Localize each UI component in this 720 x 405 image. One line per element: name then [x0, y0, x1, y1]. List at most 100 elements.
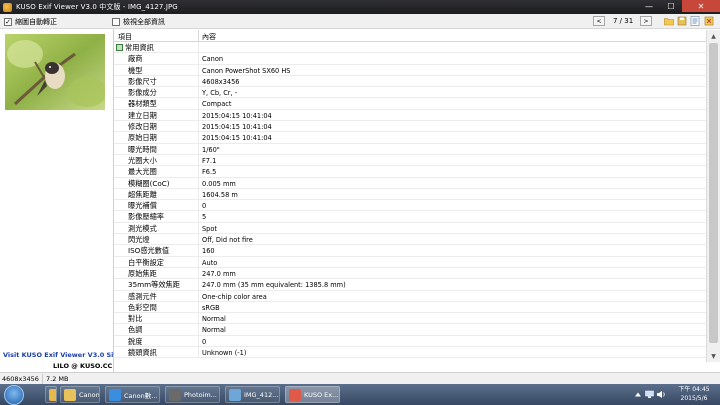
column-divider [198, 87, 199, 98]
app-icon [3, 2, 12, 12]
row-item-name: 機型 [128, 65, 143, 75]
table-row[interactable]: 曝光時間 1/60" [114, 143, 706, 155]
row-item-value: 5 [202, 213, 207, 222]
scroll-up-icon[interactable]: ▲ [707, 30, 720, 42]
row-item-value: Canon PowerShot SX60 HS [202, 66, 291, 75]
table-row[interactable]: 原始焦距 247.0 mm [114, 267, 706, 280]
network-icon[interactable] [645, 390, 654, 399]
table-row[interactable]: 35mm等效焦距 247.0 mm (35 mm equivalent: 1385… [114, 279, 706, 291]
row-item-value: Unknown (-1) [202, 349, 247, 358]
prev-image-button[interactable]: < [593, 16, 605, 26]
column-divider [198, 256, 199, 267]
table-row[interactable]: 廠商 Canon [114, 53, 706, 65]
table-row[interactable]: 建立日期 2015:04:15 10:41:04 [114, 109, 706, 122]
table-row[interactable]: 機型 Canon PowerShot SX60 HS [114, 64, 706, 76]
row-item-value: 0 [202, 337, 207, 346]
table-row[interactable]: 白平衡設定 Auto [114, 256, 706, 268]
table-row[interactable]: 銳度 0 [114, 335, 706, 348]
table-row[interactable]: 對比 Normal [114, 313, 706, 325]
column-divider [198, 267, 199, 279]
close-button[interactable]: ✕ [682, 0, 720, 12]
auto-rotate-checkbox[interactable]: ✓ 縮圖自動轉正 [4, 17, 57, 27]
row-item-value: F7.1 [202, 156, 217, 165]
table-row[interactable]: 色調 Normal [114, 324, 706, 336]
info-icon[interactable] [690, 16, 700, 26]
row-item-value: Spot [202, 224, 217, 233]
taskbar-app-button[interactable]: IMG_412... [225, 386, 280, 403]
column-header-content[interactable]: 內容 [202, 32, 216, 42]
column-divider [198, 211, 199, 222]
clock-time: 下午 04:45 [678, 386, 710, 393]
scroll-down-icon[interactable]: ▼ [707, 350, 720, 362]
taskbar-clock[interactable]: 下午 04:45 2015/5/6 [676, 385, 712, 403]
table-row[interactable]: 模糊圈(CoC) 0.005 mm [114, 177, 706, 189]
start-button-icon[interactable] [4, 385, 24, 405]
table-row[interactable]: 影像尺寸 4608x3456 [114, 75, 706, 88]
table-row[interactable]: 超焦距離 1604.58 m [114, 188, 706, 201]
row-item-value: Auto [202, 258, 218, 267]
table-header: 項目 內容 [114, 30, 706, 42]
group-row-common-info[interactable]: 常用資訊 [114, 42, 706, 54]
column-header-item[interactable]: 項目 [118, 32, 132, 42]
app-icon [229, 388, 241, 401]
table-row[interactable]: 最大光圈 F6.5 [114, 166, 706, 178]
column-divider[interactable] [198, 30, 199, 42]
table-row[interactable]: 色彩空間 sRGB [114, 301, 706, 314]
column-divider [198, 324, 199, 335]
table-row[interactable]: 測光模式 Spot [114, 222, 706, 235]
row-item-value: Normal [202, 326, 226, 335]
scrollbar-thumb[interactable] [709, 43, 718, 343]
app-icon [49, 388, 56, 401]
table-row[interactable]: 影像成分 Y, Cb, Cr, - [114, 87, 706, 99]
row-item-name: 原始日期 [128, 133, 157, 143]
row-item-name: 曝光時間 [128, 144, 157, 154]
column-divider [198, 42, 199, 53]
tray-expand-icon[interactable] [634, 391, 642, 398]
row-item-name: 影像成分 [128, 88, 157, 98]
table-row[interactable]: 影像壓縮率 5 [114, 211, 706, 223]
taskbar-app-button[interactable]: Canon-S... [60, 386, 100, 403]
bird-thumbnail-image[interactable] [5, 34, 105, 110]
next-image-button[interactable]: > [640, 16, 652, 26]
table-row[interactable]: 器材類型 Compact [114, 98, 706, 110]
table-row[interactable]: 感測元件 One-chip color area [114, 290, 706, 302]
column-divider [198, 313, 199, 324]
row-item-name: 模糊圈(CoC) [128, 178, 170, 188]
row-item-value: 247.0 mm [202, 269, 236, 278]
status-divider [42, 374, 43, 384]
table-row[interactable]: 鏡頭資訊 Unknown (-1) [114, 347, 706, 359]
table-row[interactable]: 閃光燈 Off, Did not fire [114, 234, 706, 246]
row-item-value: 2015:04:15 10:41:04 [202, 123, 272, 132]
taskbar-app-button[interactable]: KUSO Ex... [285, 386, 340, 403]
exit-icon[interactable] [704, 16, 714, 26]
table-row[interactable]: 光圈大小 F7.1 [114, 154, 706, 167]
table-row[interactable]: 原始日期 2015:04:15 10:41:04 [114, 132, 706, 144]
open-folder-icon[interactable] [664, 16, 674, 26]
column-divider [198, 109, 199, 121]
taskbar-app-label: KUSO Ex... [304, 390, 339, 399]
column-divider [198, 154, 199, 166]
volume-icon[interactable] [656, 390, 666, 399]
row-item-value: 4608x3456 [202, 77, 240, 86]
column-divider [198, 301, 199, 313]
taskbar-app-button[interactable]: Photoim... [165, 386, 220, 403]
minimize-button[interactable]: — [638, 0, 660, 12]
image-counter: 7 / 31 [613, 17, 634, 25]
row-item-value: 2015:04:15 10:41:04 [202, 111, 272, 120]
vertical-scrollbar[interactable]: ▲ ▼ [706, 30, 720, 362]
save-icon[interactable] [677, 16, 687, 26]
maximize-button[interactable]: ☐ [660, 0, 682, 12]
visit-site-link[interactable]: Visit KUSO Exif Viewer V3.0 Site [3, 351, 121, 359]
show-all-checkbox[interactable]: 檢視全部資訊 [112, 17, 165, 27]
table-row[interactable]: 修改日期 2015:04:15 10:41:04 [114, 121, 706, 133]
taskbar-app-button[interactable] [45, 386, 57, 403]
table-row[interactable]: ISO感光數值 160 [114, 245, 706, 257]
row-item-value: Canon [202, 55, 224, 64]
app-icon [109, 388, 121, 401]
clock-date: 2015/5/6 [680, 395, 708, 402]
table-row[interactable]: 曝光補償 0 [114, 200, 706, 212]
taskbar-app-button[interactable]: Canon數... [105, 386, 160, 403]
row-item-name: 對比 [128, 314, 143, 324]
collapse-group-icon[interactable] [116, 44, 123, 51]
row-item-value: Compact [202, 100, 232, 109]
